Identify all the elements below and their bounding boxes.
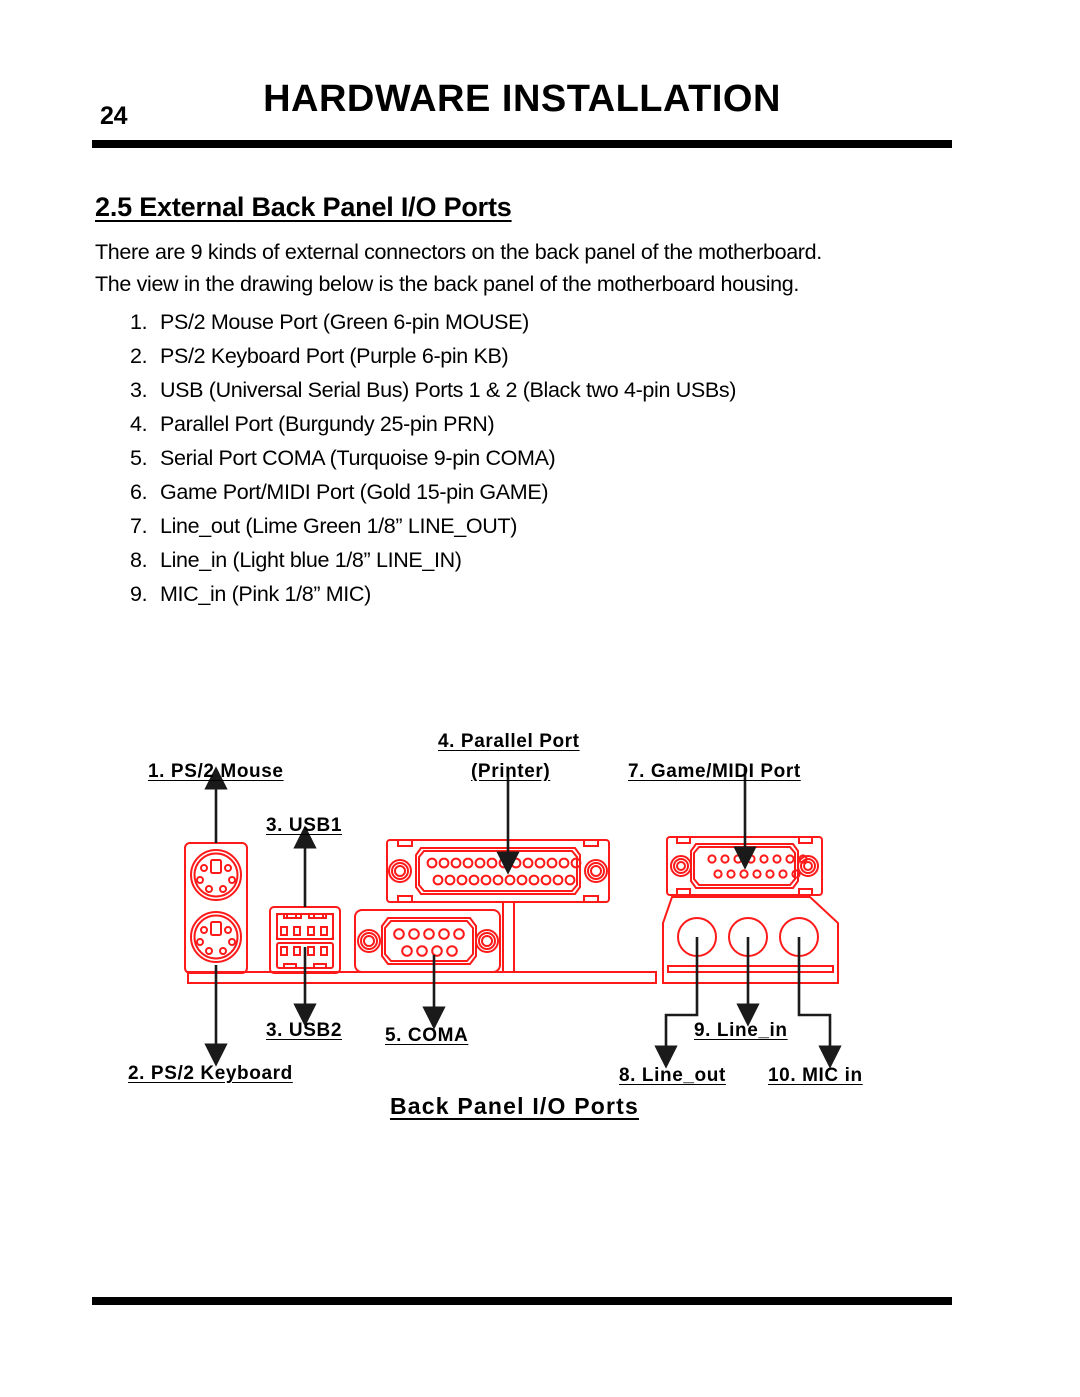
- diagram-label-ps2-mouse: 1. PS/2 Mouse: [148, 761, 284, 782]
- document-page: 24 HARDWARE INSTALLATION 2.5 External Ba…: [0, 0, 1080, 1397]
- list-item: 5. Serial Port COMA (Turquoise 9-pin COMA…: [130, 446, 950, 480]
- list-item-number: 8.: [130, 548, 148, 572]
- header-rule: [92, 140, 952, 148]
- list-item: 8. Line_in (Light blue 1/8” LINE_IN): [130, 548, 950, 582]
- diagram-caption: Back Panel I/O Ports: [390, 1093, 639, 1119]
- diagram-label-game-midi: 7. Game/MIDI Port: [628, 761, 801, 782]
- list-item-label: Serial Port COMA (Turquoise 9-pin COMA): [160, 446, 556, 470]
- ps2-mouse-connector: [190, 849, 242, 901]
- usb1-port: [276, 913, 334, 940]
- list-item-number: 6.: [130, 480, 148, 504]
- list-item-label: Line_out (Lime Green 1/8” LINE_OUT): [160, 514, 517, 538]
- diagram-label-usb1: 3. USB1: [266, 815, 343, 836]
- list-item: 6. Game Port/MIDI Port (Gold 15-pin GAME): [130, 480, 950, 514]
- list-item-number: 9.: [130, 582, 148, 606]
- audio-jack-housing: [662, 896, 839, 984]
- list-item-number: 3.: [130, 378, 148, 402]
- list-item-label: MIC_in (Pink 1/8” MIC): [160, 582, 371, 606]
- parallel-port-riser: [502, 902, 515, 972]
- panel-baseline-rail: [187, 971, 657, 984]
- diagram-label-usb2: 3. USB2: [266, 1020, 343, 1041]
- list-item: 9. MIC_in (Pink 1/8” MIC): [130, 582, 950, 616]
- diagram-label-mic-in: 10. MIC in: [768, 1065, 863, 1086]
- parallel-port-connector: [386, 839, 610, 903]
- diagram-label-line-out: 8. Line_out: [619, 1065, 726, 1086]
- section-heading: 2.5 External Back Panel I/O Ports: [95, 192, 512, 222]
- intro-paragraph-1: There are 9 kinds of external connectors…: [95, 240, 822, 264]
- list-item-label: Parallel Port (Burgundy 25-pin PRN): [160, 412, 495, 436]
- list-item-label: PS/2 Keyboard Port (Purple 6-pin KB): [160, 344, 509, 368]
- list-item: 7. Line_out (Lime Green 1/8” LINE_OUT): [130, 514, 950, 548]
- diagram-label-parallel-printer: (Printer): [471, 761, 551, 782]
- diagram-label-parallel-port: 4. Parallel Port: [438, 731, 580, 752]
- list-item-number: 2.: [130, 344, 148, 368]
- list-item: 2. PS/2 Keyboard Port (Purple 6-pin KB): [130, 344, 950, 378]
- list-item-number: 4.: [130, 412, 148, 436]
- list-item-label: Line_in (Light blue 1/8” LINE_IN): [160, 548, 462, 572]
- diagram-label-ps2-keyboard: 2. PS/2 Keyboard: [128, 1063, 293, 1084]
- list-item-number: 5.: [130, 446, 148, 470]
- page-header: 24 HARDWARE INSTALLATION: [92, 78, 952, 140]
- diagram-label-coma: 5. COMA: [385, 1025, 469, 1046]
- list-item-label: USB (Universal Serial Bus) Ports 1 & 2 (…: [160, 378, 737, 402]
- serial-coma-connector: [354, 909, 501, 973]
- ps2-keyboard-connector: [190, 911, 242, 963]
- list-item-label: Game Port/MIDI Port (Gold 15-pin GAME): [160, 480, 549, 504]
- intro-paragraph-2: The view in the drawing below is the bac…: [95, 272, 799, 296]
- list-item: 1. PS/2 Mouse Port (Green 6-pin MOUSE): [130, 310, 950, 344]
- list-item-number: 7.: [130, 514, 148, 538]
- panel-outlines: [184, 836, 839, 984]
- list-item-label: PS/2 Mouse Port (Green 6-pin MOUSE): [160, 310, 529, 334]
- footer-rule: [92, 1297, 952, 1305]
- page-title: HARDWARE INSTALLATION: [263, 78, 781, 120]
- connector-list: 1. PS/2 Mouse Port (Green 6-pin MOUSE) 2.…: [130, 310, 950, 616]
- list-item: 4. Parallel Port (Burgundy 25-pin PRN): [130, 412, 950, 446]
- callout-arrows: [204, 766, 842, 1069]
- list-item: 3. USB (Universal Serial Bus) Ports 1 & 2…: [130, 378, 950, 412]
- back-panel-diagram: 1. PS/2 Mouse 3. USB1 4. Parallel Port (…: [0, 715, 1080, 1135]
- list-item-number: 1.: [130, 310, 148, 334]
- diagram-label-line-in: 9. Line_in: [694, 1020, 788, 1041]
